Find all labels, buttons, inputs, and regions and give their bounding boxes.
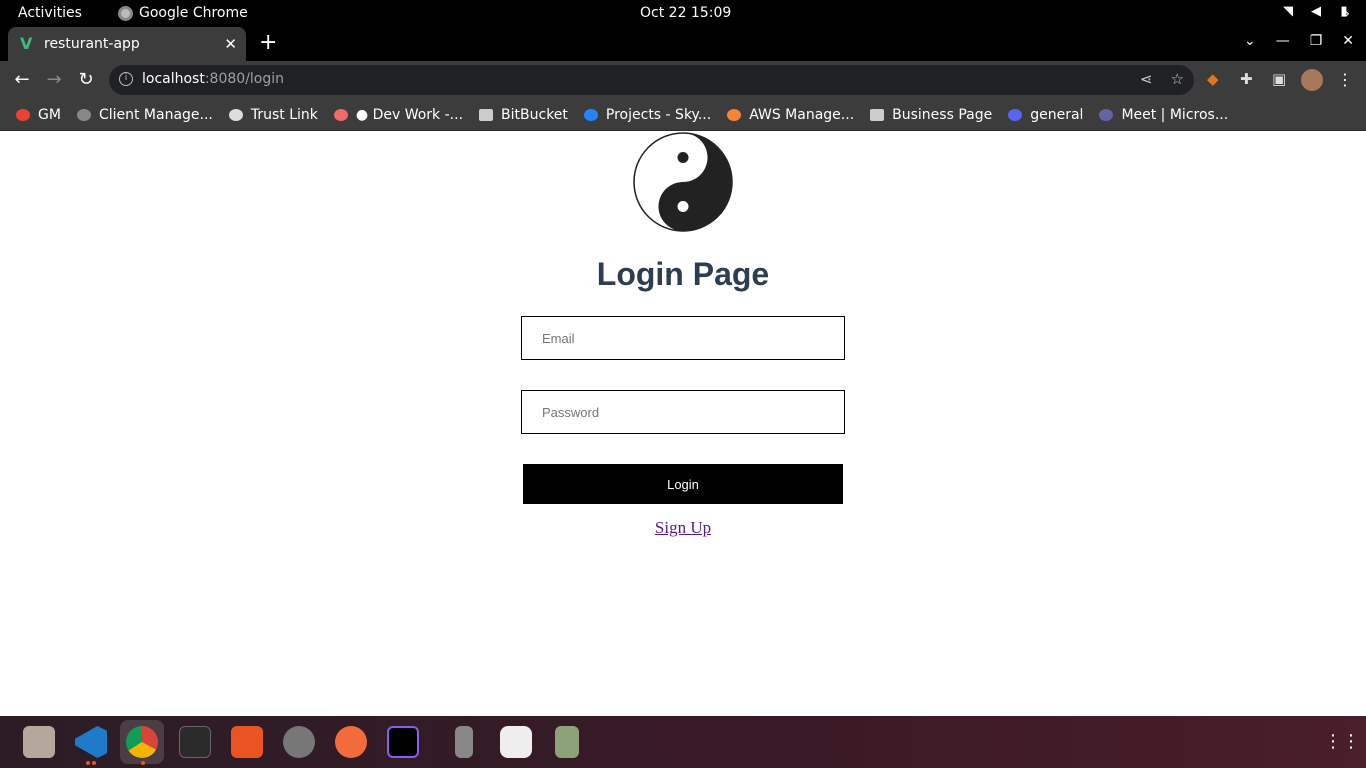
running-indicator bbox=[92, 761, 96, 765]
tab-search-icon[interactable]: ⌄ bbox=[1244, 33, 1256, 49]
bookmark-item[interactable]: GM bbox=[16, 107, 61, 123]
running-indicator bbox=[86, 761, 90, 765]
share-icon[interactable]: ⋖ bbox=[1140, 70, 1153, 88]
bookmark-label: Projects - Sky... bbox=[605, 106, 712, 123]
volume-icon: ◀ bbox=[1311, 4, 1321, 19]
trash-icon[interactable] bbox=[555, 726, 579, 758]
bookmark-label: Trust Link bbox=[250, 106, 318, 123]
chrome-dock-icon[interactable] bbox=[126, 726, 158, 758]
profile-avatar[interactable] bbox=[1301, 69, 1323, 91]
forward-icon[interactable]: → bbox=[43, 69, 65, 91]
side-panel-icon[interactable]: ▣ bbox=[1272, 70, 1286, 88]
bookmark-label: general bbox=[1030, 106, 1084, 123]
tab-strip: V resturant-app ✕ + ⌄ — ❐ ✕ bbox=[0, 27, 1366, 61]
chrome-menu-icon[interactable]: ⋮ bbox=[1337, 70, 1353, 89]
bookmark-item[interactable]: BitBucket bbox=[479, 107, 568, 123]
asana-icon bbox=[333, 108, 348, 121]
settings-icon[interactable] bbox=[283, 726, 315, 758]
system-top-bar: Activities Google Chrome Oct 22 15:09 ◥ … bbox=[0, 0, 1366, 27]
app-menu[interactable]: Google Chrome bbox=[118, 5, 248, 21]
camera-icon[interactable] bbox=[500, 726, 532, 758]
software-center-icon[interactable] bbox=[231, 726, 263, 758]
bookmark-label: GM bbox=[38, 106, 61, 123]
bookmark-label: Meet | Micros... bbox=[1121, 106, 1229, 123]
login-button[interactable]: Login bbox=[523, 464, 843, 504]
reload-icon[interactable]: ↻ bbox=[75, 69, 97, 91]
browser-toolbar: ← → ↻ i localhost:8080/login ⋖ ☆ ◆ ✚ ▣ bbox=[0, 61, 1366, 99]
bookmarks-bar: GM Client Manage... Trust Link ● Dev Work -… bbox=[0, 99, 1366, 131]
chrome-icon bbox=[118, 5, 133, 21]
clock[interactable]: Oct 22 15:09 bbox=[640, 5, 731, 21]
tab-title: resturant-app bbox=[44, 36, 140, 52]
close-window-icon[interactable]: ✕ bbox=[1342, 33, 1354, 49]
restore-icon[interactable]: ❐ bbox=[1310, 33, 1323, 49]
bookmark-item[interactable]: ● Dev Work -... bbox=[333, 106, 464, 123]
password-field[interactable] bbox=[521, 390, 845, 434]
login-page: Login Page Login Sign Up bbox=[0, 132, 1366, 716]
bookmark-label: AWS Manage... bbox=[749, 106, 855, 123]
close-tab-icon[interactable]: ✕ bbox=[224, 35, 237, 53]
signup-link[interactable]: Sign Up bbox=[655, 518, 711, 537]
vue-favicon-icon: V bbox=[20, 34, 33, 53]
bookmark-item[interactable]: Client Manage... bbox=[76, 106, 213, 123]
bookmark-label: Client Manage... bbox=[98, 106, 213, 123]
teams-icon bbox=[1099, 108, 1114, 121]
terminal-icon[interactable] bbox=[179, 726, 211, 758]
bookmark-label: Business Page bbox=[892, 106, 993, 123]
running-indicator bbox=[141, 761, 145, 765]
folder-icon bbox=[870, 108, 885, 121]
bookmark-item[interactable]: Trust Link bbox=[228, 106, 318, 123]
aws-icon bbox=[727, 108, 742, 121]
address-bar[interactable]: i localhost:8080/login ⋖ ☆ bbox=[109, 65, 1194, 95]
globe-icon bbox=[76, 108, 91, 121]
phone-icon[interactable] bbox=[455, 726, 473, 758]
wifi-icon: ◥ bbox=[1283, 4, 1293, 19]
bookmark-item[interactable]: Meet | Micros... bbox=[1099, 107, 1228, 123]
bookmark-item[interactable]: Business Page bbox=[870, 107, 992, 123]
dock: ⋮⋮ bbox=[0, 716, 1366, 768]
extensions-icon[interactable]: ✚ bbox=[1240, 70, 1253, 88]
page-title: Login Page bbox=[596, 256, 770, 292]
new-tab-button[interactable]: + bbox=[259, 31, 277, 55]
app-name: Google Chrome bbox=[139, 5, 248, 21]
url-text: localhost:8080/login bbox=[142, 71, 285, 87]
site-info-icon[interactable]: i bbox=[119, 72, 133, 86]
signup-container: Sign Up bbox=[0, 518, 1366, 538]
metamask-icon[interactable]: ◆ bbox=[1207, 70, 1219, 88]
vscode-icon[interactable] bbox=[75, 726, 107, 758]
bookmark-item[interactable]: general bbox=[1008, 107, 1083, 123]
intellij-icon[interactable] bbox=[387, 726, 419, 758]
postman-icon[interactable] bbox=[335, 726, 367, 758]
gmail-icon bbox=[16, 108, 30, 121]
files-icon[interactable] bbox=[23, 726, 55, 758]
bookmark-label: ● Dev Work -... bbox=[355, 106, 464, 123]
bookmark-label: BitBucket bbox=[501, 106, 568, 123]
jira-icon bbox=[583, 108, 598, 121]
folder-icon bbox=[479, 108, 494, 121]
bookmark-item[interactable]: Projects - Sky... bbox=[583, 106, 712, 123]
bookmark-star-icon[interactable]: ☆ bbox=[1171, 70, 1184, 88]
minimize-icon[interactable]: — bbox=[1276, 33, 1290, 49]
yin-yang-logo bbox=[633, 132, 733, 232]
window-controls: ⌄ — ❐ ✕ bbox=[1244, 33, 1354, 49]
tab-active[interactable]: V resturant-app ✕ bbox=[8, 27, 246, 61]
more-bookmarks-icon[interactable]: » bbox=[1341, 6, 1350, 22]
discord-icon bbox=[1008, 108, 1023, 121]
link-icon bbox=[228, 108, 243, 121]
activities-button[interactable]: Activities bbox=[18, 5, 82, 21]
email-field[interactable] bbox=[521, 316, 845, 360]
bookmark-item[interactable]: AWS Manage... bbox=[727, 107, 854, 123]
show-apps-icon[interactable]: ⋮⋮ bbox=[1324, 732, 1360, 752]
back-icon[interactable]: ← bbox=[11, 69, 33, 91]
